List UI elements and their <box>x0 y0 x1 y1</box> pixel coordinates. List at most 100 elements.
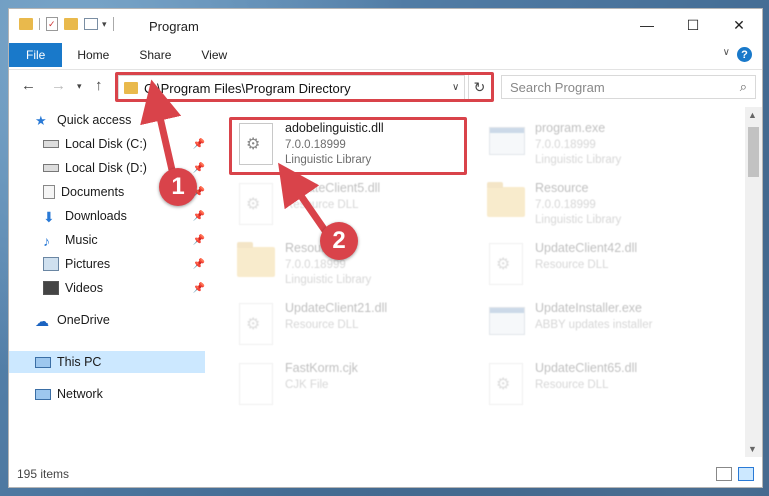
nav-item-label: Documents <box>61 185 125 199</box>
forward-button[interactable]: → <box>51 77 66 94</box>
file-description: Resource DLL <box>535 259 609 271</box>
nav-item-local-disk-c[interactable]: Local Disk (C:) 📌 <box>9 133 205 155</box>
file-name: Resource <box>535 181 589 195</box>
file-version: 7.0.0.18999 <box>535 199 596 211</box>
network-icon <box>35 388 51 400</box>
new-folder-icon[interactable] <box>64 18 78 30</box>
ribbon-tabs: File Home Share View <box>9 43 762 67</box>
step-2-badge: 2 <box>320 222 358 260</box>
vertical-scrollbar[interactable]: ▲ ▼ <box>745 107 762 457</box>
nav-item-label: Videos <box>65 281 103 295</box>
computer-icon <box>35 356 51 368</box>
nav-item-quick-access[interactable]: ★ Quick access <box>9 109 205 131</box>
file-item-program-exe[interactable]: program.exe 7.0.0.18999 Linguistic Libra… <box>483 119 723 175</box>
nav-item-label: Local Disk (D:) <box>65 161 147 175</box>
minimize-button[interactable]: — <box>624 9 670 41</box>
details-view-icon[interactable] <box>716 467 732 481</box>
maximize-button[interactable]: ☐ <box>670 9 716 41</box>
file-item-resource-folder[interactable]: Resource 7.0.0.18999 Linguistic Library <box>483 179 723 235</box>
close-button[interactable]: ✕ <box>716 9 762 41</box>
separator <box>39 18 40 30</box>
drive-icon <box>43 140 59 148</box>
file-item-updateclient5[interactable]: ⚙ UpdateClient5.dll Resource DLL <box>233 179 473 235</box>
pin-icon[interactable]: 📌 <box>193 163 205 174</box>
nav-item-onedrive[interactable]: ☁ OneDrive <box>9 309 205 331</box>
file-name: UpdateClient5.dll <box>285 181 381 195</box>
file-description: Resource DLL <box>535 379 609 391</box>
nav-item-label: This PC <box>57 355 102 369</box>
documents-icon <box>43 185 55 199</box>
file-version: 7.0.0.18999 <box>535 139 596 151</box>
drive-icon <box>43 164 59 172</box>
file-version: 7.0.0.18999 <box>285 259 346 271</box>
up-button[interactable]: ↑ <box>95 77 103 94</box>
folder-icon[interactable] <box>19 18 33 30</box>
nav-item-label: OneDrive <box>57 313 110 327</box>
explorer-window: ✓ ▾ Program — ☐ ✕ File Home Share View ∨… <box>8 8 763 488</box>
tab-view[interactable]: View <box>186 43 242 67</box>
file-item-updateinstaller[interactable]: UpdateInstaller.exe ABBY updates install… <box>483 299 723 355</box>
videos-icon <box>43 281 59 295</box>
expand-ribbon-icon[interactable]: ∨ <box>723 47 730 58</box>
file-description: Linguistic Library <box>285 274 372 286</box>
pictures-icon <box>43 257 59 271</box>
file-item-updateclient65[interactable]: ⚙ UpdateClient65.dll Resource DLL <box>483 359 723 415</box>
exe-file-icon <box>489 127 525 155</box>
tiles-view-icon[interactable] <box>738 467 754 481</box>
folder-icon <box>237 242 275 277</box>
address-row: ← → ▾ ↑ C:\Program Files\Program Directo… <box>9 69 762 102</box>
file-highlight-box <box>229 117 467 175</box>
nav-item-label: Pictures <box>65 257 111 271</box>
file-name: FastKorm.cjk <box>285 361 358 375</box>
tab-share[interactable]: Share <box>124 43 186 67</box>
window-title: Program <box>149 19 199 34</box>
pin-icon[interactable]: 📌 <box>193 235 205 246</box>
pin-icon[interactable]: 📌 <box>193 259 205 270</box>
file-item-updateclient21[interactable]: ⚙ UpdateClient21.dll Resource DLL <box>233 299 473 355</box>
tab-home[interactable]: Home <box>62 43 124 67</box>
cloud-icon: ☁ <box>35 313 49 329</box>
file-icon <box>239 363 273 405</box>
search-icon: ⌕ <box>739 79 747 94</box>
pin-icon[interactable]: 📌 <box>193 211 205 222</box>
status-bar: 195 items <box>9 461 762 487</box>
file-list: ⚙ adobelinguistic.dll 7.0.0.18999 Lingui… <box>207 107 741 457</box>
separator <box>112 17 114 31</box>
chevron-down-icon[interactable]: ▾ <box>102 19 107 30</box>
tab-file[interactable]: File <box>9 43 63 67</box>
back-button[interactable]: ← <box>21 77 36 94</box>
file-name: program.exe <box>535 121 606 135</box>
customize-icon[interactable] <box>84 18 98 30</box>
music-icon: ♪ <box>43 233 50 249</box>
file-name: UpdateClient65.dll <box>535 361 638 375</box>
step-1-badge: 1 <box>159 168 197 206</box>
file-description: ABBY updates installer <box>535 319 653 331</box>
download-icon: ⬇ <box>43 209 55 225</box>
nav-item-music[interactable]: ♪ Music 📌 <box>9 229 205 251</box>
help-icon[interactable]: ? <box>737 47 752 62</box>
navigation-pane: ★ Quick access Local Disk (C:) 📌 Local D… <box>9 107 205 457</box>
file-item-updateclient42[interactable]: ⚙ UpdateClient42.dll Resource DLL <box>483 239 723 295</box>
scroll-down-icon[interactable]: ▼ <box>748 444 757 454</box>
nav-item-downloads[interactable]: ⬇ Downloads 📌 <box>9 205 205 227</box>
nav-item-this-pc[interactable]: This PC <box>9 351 205 373</box>
file-item-fastkorm[interactable]: FastKorm.cjk CJK File <box>233 359 473 415</box>
dll-file-icon: ⚙ <box>239 303 273 345</box>
file-description: Linguistic Library <box>535 154 622 166</box>
properties-icon[interactable]: ✓ <box>46 17 58 31</box>
star-icon: ★ <box>35 113 47 128</box>
search-input[interactable]: Search Program ⌕ <box>501 75 756 99</box>
recent-locations-icon[interactable]: ▾ <box>77 81 82 92</box>
nav-item-videos[interactable]: Videos 📌 <box>9 277 205 299</box>
scroll-thumb[interactable] <box>748 127 759 177</box>
scroll-up-icon[interactable]: ▲ <box>748 110 757 120</box>
nav-item-pictures[interactable]: Pictures 📌 <box>9 253 205 275</box>
nav-item-network[interactable]: Network <box>9 383 205 405</box>
address-highlight-box <box>115 72 494 102</box>
title-bar: ✓ ▾ Program — ☐ ✕ <box>9 9 762 41</box>
pin-icon[interactable]: 📌 <box>193 283 205 294</box>
file-name: UpdateClient42.dll <box>535 241 638 255</box>
file-description: Resource DLL <box>285 319 359 331</box>
search-placeholder: Search Program <box>510 79 605 95</box>
pin-icon[interactable]: 📌 <box>193 139 205 150</box>
